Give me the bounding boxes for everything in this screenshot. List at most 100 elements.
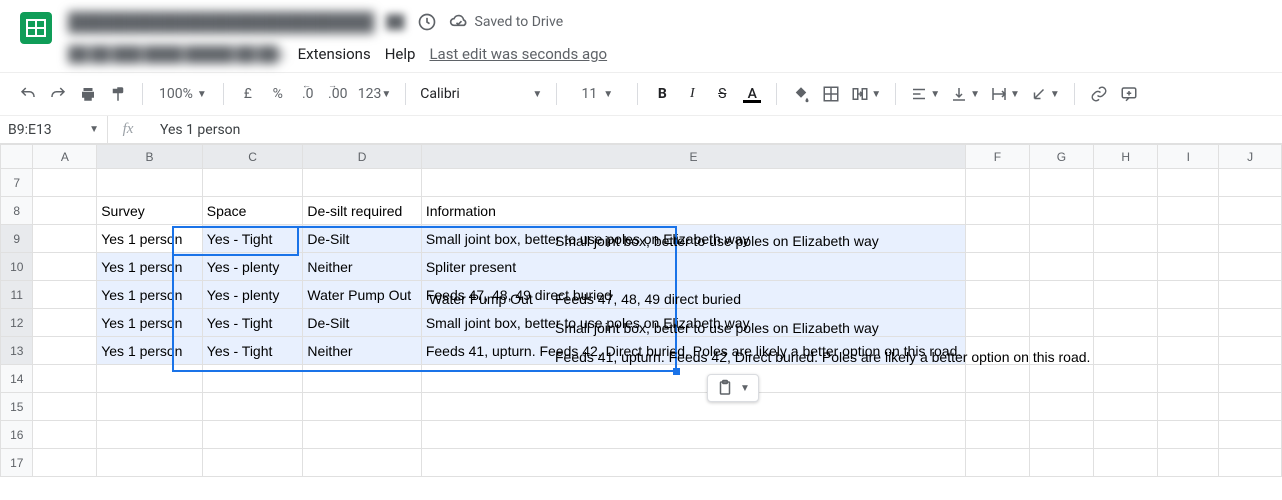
zoom-select[interactable]: 100%▼ <box>153 80 213 108</box>
sheet-area[interactable]: ABCDEFGHIJ 78SurveySpaceDe-silt required… <box>0 144 1282 477</box>
cell-J13[interactable] <box>1219 337 1282 365</box>
print-button[interactable] <box>74 80 102 108</box>
cell-I12[interactable] <box>1158 309 1219 337</box>
cell-D7[interactable] <box>303 169 421 197</box>
cell-B11[interactable]: Yes 1 person <box>97 281 203 309</box>
increase-decimal-button[interactable]: .00→ <box>324 80 352 108</box>
row-header-9[interactable]: 9 <box>1 225 33 253</box>
text-color-button[interactable]: A <box>738 80 766 108</box>
cell-C8[interactable]: Space <box>202 197 303 225</box>
cell-H17[interactable] <box>1094 449 1158 477</box>
cell-C16[interactable] <box>202 421 303 449</box>
cell-E12[interactable]: Small joint box, better to use poles on … <box>421 309 965 337</box>
cell-H16[interactable] <box>1094 421 1158 449</box>
cell-I17[interactable] <box>1158 449 1219 477</box>
cell-J10[interactable] <box>1219 253 1282 281</box>
cell-J16[interactable] <box>1219 421 1282 449</box>
sheets-logo[interactable] <box>16 8 56 48</box>
cell-J9[interactable] <box>1219 225 1282 253</box>
cell-G9[interactable] <box>1029 225 1094 253</box>
cell-E10[interactable]: Spliter present <box>421 253 965 281</box>
cell-F11[interactable] <box>966 281 1029 309</box>
borders-button[interactable] <box>817 80 845 108</box>
save-status[interactable]: Saved to Drive <box>449 12 564 32</box>
cell-G7[interactable] <box>1029 169 1094 197</box>
column-header-A[interactable]: A <box>33 145 97 169</box>
cell-H15[interactable] <box>1094 393 1158 421</box>
cell-G11[interactable] <box>1029 281 1094 309</box>
horizontal-align-button[interactable]: ▼ <box>906 80 944 108</box>
more-formats-button[interactable]: 123▼ <box>354 80 396 108</box>
menu-help[interactable]: Help <box>385 45 416 63</box>
column-header-H[interactable]: H <box>1094 145 1158 169</box>
merge-cells-button[interactable]: ▼ <box>847 80 885 108</box>
cell-D9[interactable]: De-Silt <box>303 225 421 253</box>
cell-F9[interactable] <box>966 225 1029 253</box>
cell-I13[interactable] <box>1158 337 1219 365</box>
cell-F10[interactable] <box>966 253 1029 281</box>
column-header-I[interactable]: I <box>1158 145 1219 169</box>
row-header-10[interactable]: 10 <box>1 253 33 281</box>
cell-I7[interactable] <box>1158 169 1219 197</box>
cell-E7[interactable] <box>421 169 965 197</box>
font-family-select[interactable]: Calibri▼ <box>416 80 546 108</box>
cell-F14[interactable] <box>966 365 1029 393</box>
cell-D11[interactable]: Water Pump Out <box>303 281 421 309</box>
cell-H13[interactable] <box>1094 337 1158 365</box>
column-header-D[interactable]: D <box>303 145 421 169</box>
cell-J17[interactable] <box>1219 449 1282 477</box>
cell-A9[interactable] <box>33 225 97 253</box>
cell-F13[interactable] <box>966 337 1029 365</box>
cell-F15[interactable] <box>966 393 1029 421</box>
cell-E8[interactable]: Information <box>421 197 965 225</box>
cell-D17[interactable] <box>303 449 421 477</box>
cell-G13[interactable] <box>1029 337 1094 365</box>
redo-button[interactable] <box>44 80 72 108</box>
cell-B14[interactable] <box>97 365 203 393</box>
cell-J8[interactable] <box>1219 197 1282 225</box>
italic-button[interactable]: I <box>678 80 706 108</box>
cell-I16[interactable] <box>1158 421 1219 449</box>
cell-A17[interactable] <box>33 449 97 477</box>
cell-B15[interactable] <box>97 393 203 421</box>
cell-C17[interactable] <box>202 449 303 477</box>
row-header-7[interactable]: 7 <box>1 169 33 197</box>
row-header-11[interactable]: 11 <box>1 281 33 309</box>
cell-J7[interactable] <box>1219 169 1282 197</box>
cell-A8[interactable] <box>33 197 97 225</box>
cell-H11[interactable] <box>1094 281 1158 309</box>
column-header-B[interactable]: B <box>97 145 203 169</box>
cell-B8[interactable]: Survey <box>97 197 203 225</box>
cell-I9[interactable] <box>1158 225 1219 253</box>
cell-I11[interactable] <box>1158 281 1219 309</box>
insert-comment-button[interactable] <box>1115 80 1143 108</box>
cell-D15[interactable] <box>303 393 421 421</box>
row-header-12[interactable]: 12 <box>1 309 33 337</box>
row-header-8[interactable]: 8 <box>1 197 33 225</box>
cell-J14[interactable] <box>1219 365 1282 393</box>
cell-D13[interactable]: Neither <box>303 337 421 365</box>
cell-H7[interactable] <box>1094 169 1158 197</box>
cell-J15[interactable] <box>1219 393 1282 421</box>
spreadsheet-grid[interactable]: ABCDEFGHIJ 78SurveySpaceDe-silt required… <box>0 144 1282 477</box>
last-edit-link[interactable]: Last edit was seconds ago <box>429 45 607 63</box>
paste-options-menu[interactable]: ▼ <box>707 374 759 402</box>
cell-G16[interactable] <box>1029 421 1094 449</box>
name-box[interactable]: B9:E13 ▼ <box>0 116 108 144</box>
text-wrap-button[interactable]: ▼ <box>986 80 1024 108</box>
cell-B16[interactable] <box>97 421 203 449</box>
cell-F16[interactable] <box>966 421 1029 449</box>
cell-D14[interactable] <box>303 365 421 393</box>
cell-C14[interactable] <box>202 365 303 393</box>
cell-F8[interactable] <box>966 197 1029 225</box>
column-header-F[interactable]: F <box>966 145 1029 169</box>
cell-G12[interactable] <box>1029 309 1094 337</box>
cell-B12[interactable]: Yes 1 person <box>97 309 203 337</box>
doc-title[interactable]: ████████████████████████ <box>68 12 374 33</box>
column-header-J[interactable]: J <box>1219 145 1282 169</box>
cell-C10[interactable]: Yes - plenty <box>202 253 303 281</box>
cell-G17[interactable] <box>1029 449 1094 477</box>
cell-E15[interactable] <box>421 393 965 421</box>
cell-I14[interactable] <box>1158 365 1219 393</box>
cell-H9[interactable] <box>1094 225 1158 253</box>
